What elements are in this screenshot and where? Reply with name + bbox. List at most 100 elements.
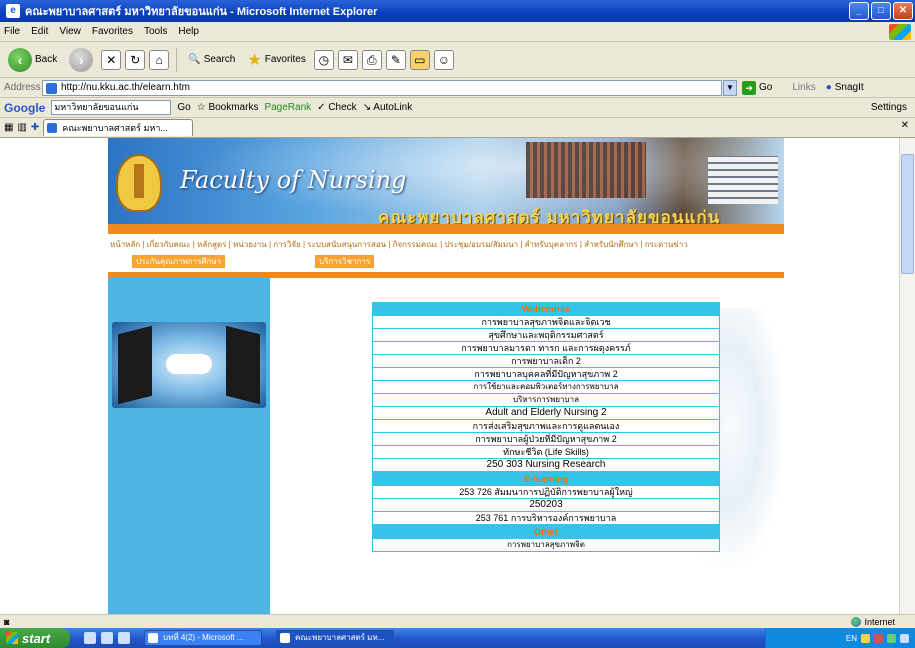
go-button[interactable]: ➜ Go: [742, 80, 773, 95]
toolbar-separator: [176, 47, 178, 72]
menu-view[interactable]: View: [59, 26, 81, 37]
faculty-name: Faculty of Nursing: [180, 166, 407, 194]
taskbar-button-word[interactable]: บทที่ 4(2) - Microsoft ...: [144, 630, 262, 646]
quick-launch-icon[interactable]: [101, 632, 113, 644]
check-button[interactable]: ✓ Check: [317, 102, 357, 113]
course-link[interactable]: การพยาบาลเด็ก 2: [372, 355, 720, 368]
nav-link-service[interactable]: บริการวิชาการ: [315, 255, 375, 268]
favorites-button[interactable]: ★ Favorites: [243, 48, 309, 72]
google-bookmarks-button[interactable]: ☆ Bookmarks: [197, 102, 259, 113]
course-link[interactable]: การพยาบาลบุคคลที่มีปัญหาสุขภาพ 2: [372, 368, 720, 381]
course-link[interactable]: ทักษะชีวิต (Life Skills): [372, 446, 720, 459]
start-button[interactable]: start: [0, 628, 70, 648]
course-table: Webcourse การพยาบาลสุขภาพจิตและจิตเวช สุ…: [372, 302, 720, 552]
stop-icon[interactable]: ✕: [101, 49, 122, 70]
course-link[interactable]: 250 303 Nursing Research: [372, 459, 720, 472]
back-label: Back: [35, 54, 58, 65]
history-icon[interactable]: ◷: [313, 49, 334, 70]
course-link[interactable]: การพยาบาลผู้ป่วยที่มีปัญหาสุขภาพ 2: [372, 433, 720, 446]
address-label: Address: [4, 82, 41, 93]
search-button[interactable]: 🔍 Search: [184, 52, 239, 67]
course-link[interactable]: การพยาบาลสุขภาพจิต: [372, 539, 720, 552]
tab-list-icon[interactable]: ▦: [4, 122, 13, 133]
main-content: Webcourse การพยาบาลสุขภาพจิตและจิตเวช สุ…: [270, 278, 784, 614]
google-go-button[interactable]: Go: [177, 102, 190, 113]
standard-toolbar: ‹ Back › ✕ ↻ ⌂ 🔍 Search ★ Favorites ◷ ✉ …: [0, 42, 915, 78]
start-label: start: [22, 630, 51, 646]
taskbar-button-ie[interactable]: คณะพยาบาลศาสตร์ มห...: [276, 630, 394, 646]
tray-icon[interactable]: [900, 633, 909, 643]
course-link[interactable]: บริหารการพยาบาล: [372, 394, 720, 407]
messenger-icon[interactable]: ☺: [433, 49, 454, 70]
forward-arrow-icon: ›: [69, 47, 94, 72]
menu-file[interactable]: File: [4, 26, 20, 37]
section-header-webcourse: Webcourse: [372, 302, 720, 316]
menu-edit[interactable]: Edit: [31, 26, 48, 37]
pagerank-button[interactable]: PageRank: [264, 102, 311, 113]
task2-label: คณะพยาบาลศาสตร์ มห...: [295, 633, 385, 642]
quick-tabs-icon[interactable]: ▥: [17, 122, 26, 133]
monitor-left: [118, 325, 152, 405]
edit-icon[interactable]: ✎: [385, 49, 406, 70]
quick-launch-icon[interactable]: [118, 632, 130, 644]
tab-close-icon[interactable]: ✕: [901, 120, 909, 131]
vertical-scrollbar[interactable]: [899, 138, 915, 614]
nav-links-row[interactable]: หน้าหลัก | เกี่ยวกับคณะ | หลักสูตร | หน่…: [110, 238, 784, 251]
tray-icon[interactable]: [874, 633, 883, 643]
menu-favorites[interactable]: Favorites: [92, 26, 133, 37]
course-link[interactable]: Adult and Elderly Nursing 2: [372, 407, 720, 420]
nav-link-quality[interactable]: ประกันคุณภาพการศึกษา: [132, 255, 226, 268]
google-logo: Google: [4, 100, 46, 115]
word-icon: [148, 633, 158, 643]
course-link[interactable]: การพยาบาลสุขภาพจิตและจิตเวช: [372, 316, 720, 329]
course-link[interactable]: การพยาบาลมารดา ทารก และการผดุงครรภ์: [372, 342, 720, 355]
snagit-icon: ●: [825, 82, 832, 93]
forward-button[interactable]: ›: [65, 46, 97, 74]
course-link[interactable]: 253 761 การบริหารองค์การพยาบาล: [372, 512, 720, 525]
google-settings-button[interactable]: Settings: [871, 102, 907, 113]
course-link[interactable]: การใช้ยาและคอมพิวเตอร์ทางการพยาบาล: [372, 381, 720, 394]
refresh-icon[interactable]: ↻: [125, 49, 146, 70]
close-button[interactable]: ✕: [893, 2, 913, 20]
scrollbar-thumb[interactable]: [901, 154, 914, 274]
course-link[interactable]: การส่งเสริมสุขภาพและการดูแลตนเอง: [372, 420, 720, 433]
home-icon[interactable]: ⌂: [149, 49, 170, 70]
search-label: Search: [203, 54, 236, 65]
address-dropdown[interactable]: ▼: [723, 79, 737, 96]
section-header-other: Other: [372, 525, 720, 539]
status-page-icon: ◙: [4, 616, 10, 627]
address-input[interactable]: http://nu.kku.ac.th/elearn.htm: [42, 79, 722, 96]
go-label: Go: [759, 82, 773, 93]
quick-launch-icon[interactable]: [84, 632, 96, 644]
menu-tools[interactable]: Tools: [144, 26, 167, 37]
mail-icon[interactable]: ✉: [337, 49, 358, 70]
left-sidebar: [108, 278, 270, 614]
task1-label: บทที่ 4(2) - Microsoft ...: [163, 633, 244, 642]
maximize-button[interactable]: □: [871, 2, 891, 20]
snagit-button[interactable]: ● SnagIt: [826, 82, 864, 93]
back-arrow-icon: ‹: [8, 47, 32, 72]
course-link[interactable]: 253 726 สัมมนาการปฏิบัติการพยาบาลผู้ใหญ่: [372, 486, 720, 499]
browser-tab[interactable]: คณะพยาบาลศาสตร์ มหา...: [43, 119, 194, 136]
tray-icon[interactable]: [861, 633, 870, 643]
taskbar: start บทที่ 4(2) - Microsoft ... คณะพยาบ…: [0, 628, 915, 648]
print-icon[interactable]: ⎙: [361, 49, 382, 70]
menu-help[interactable]: Help: [178, 26, 199, 37]
course-link[interactable]: 250203: [372, 499, 720, 512]
title-bar: e คณะพยาบาลศาสตร์ มหาวิทยาลัยขอนแก่น - M…: [0, 0, 915, 22]
back-button[interactable]: ‹ Back: [4, 46, 61, 74]
search-icon: 🔍: [188, 54, 201, 65]
course-link[interactable]: สุขศึกษาและพฤติกรรมศาสตร์: [372, 329, 720, 342]
web-page: Faculty of Nursing คณะพยาบาลศาสตร์ มหาวิ…: [108, 138, 784, 614]
windows-logo-icon: [889, 24, 911, 40]
minimize-button[interactable]: _: [849, 2, 869, 20]
language-indicator[interactable]: EN: [846, 634, 857, 643]
internet-globe-icon: [851, 616, 862, 627]
add-favorite-icon[interactable]: ✚: [31, 122, 39, 133]
autolink-button[interactable]: ↘ AutoLink: [363, 102, 413, 113]
tab-label: คณะพยาบาลศาสตร์ มหา...: [62, 123, 168, 133]
folder-icon[interactable]: ▭: [409, 49, 430, 70]
google-search-input[interactable]: มหาวิทยาลัยขอนแก่น: [51, 100, 172, 115]
tray-icon[interactable]: [887, 633, 896, 643]
links-label[interactable]: Links: [792, 82, 815, 93]
